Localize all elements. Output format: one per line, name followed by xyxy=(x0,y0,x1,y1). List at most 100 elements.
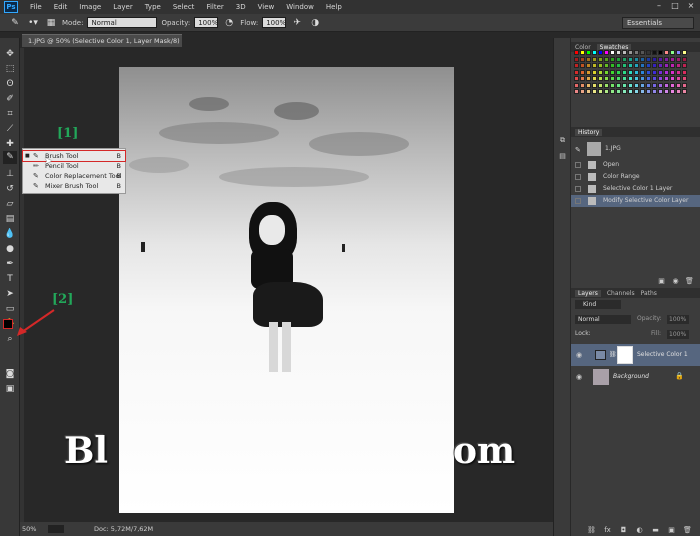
color-swatch[interactable] xyxy=(592,56,597,62)
layer-filter-kind[interactable]: Kind xyxy=(575,300,621,309)
workspace-select[interactable]: Essentials xyxy=(622,17,694,29)
color-swatch[interactable] xyxy=(676,82,681,88)
color-swatch[interactable] xyxy=(598,82,603,88)
tab-history[interactable]: History xyxy=(575,128,603,136)
color-swatch[interactable] xyxy=(604,69,609,75)
color-swatch[interactable] xyxy=(586,76,591,81)
color-swatch[interactable] xyxy=(616,69,621,75)
color-swatch[interactable] xyxy=(652,89,657,94)
color-swatch[interactable] xyxy=(580,69,585,75)
color-swatch[interactable] xyxy=(640,50,645,55)
color-swatch[interactable] xyxy=(658,89,663,94)
color-swatch[interactable] xyxy=(586,63,591,68)
flyout-item-brush-tool[interactable]: ■ ✎ Brush Tool B xyxy=(22,150,126,162)
color-swatch[interactable] xyxy=(592,82,597,88)
color-swatch[interactable] xyxy=(652,76,657,81)
color-swatch[interactable] xyxy=(682,89,687,94)
color-swatch[interactable] xyxy=(604,56,609,62)
color-swatch[interactable] xyxy=(598,50,603,55)
color-swatch[interactable] xyxy=(616,76,621,81)
color-swatch[interactable] xyxy=(634,76,639,81)
color-swatch[interactable] xyxy=(586,89,591,94)
menu-type[interactable]: Type xyxy=(139,3,167,11)
color-swatch[interactable] xyxy=(628,76,633,81)
color-swatch[interactable] xyxy=(664,89,669,94)
type-tool-icon[interactable]: T xyxy=(3,273,17,286)
history-panel-icon[interactable]: ⧉ xyxy=(558,136,567,144)
history-state-active[interactable]: Modify Selective Color Layer xyxy=(571,195,700,207)
brush-size-icon[interactable]: •▾ xyxy=(26,17,40,29)
color-swatch[interactable] xyxy=(640,63,645,68)
color-swatch[interactable] xyxy=(610,63,615,68)
color-swatch[interactable] xyxy=(634,69,639,75)
history-brush-tool-icon[interactable]: ↺ xyxy=(3,183,17,196)
group-folder-icon[interactable]: ▬ xyxy=(651,526,660,534)
layer-style-icon[interactable]: fx xyxy=(603,526,612,534)
color-swatch[interactable] xyxy=(682,63,687,68)
color-swatch[interactable] xyxy=(622,82,627,88)
mode-select[interactable]: Normal xyxy=(87,17,158,28)
menu-help[interactable]: Help xyxy=(320,3,348,11)
color-swatch[interactable] xyxy=(598,56,603,62)
properties-panel-icon[interactable]: ▤ xyxy=(558,152,567,160)
color-swatch[interactable] xyxy=(634,82,639,88)
color-swatch[interactable] xyxy=(592,69,597,75)
color-swatch[interactable] xyxy=(574,50,579,55)
new-document-from-state-icon[interactable]: ▣ xyxy=(657,277,666,285)
menu-view[interactable]: View xyxy=(252,3,281,11)
layer-opacity-input[interactable]: 100% xyxy=(667,315,689,324)
history-checkbox[interactable] xyxy=(575,162,581,168)
zoom-input-box[interactable] xyxy=(48,525,64,533)
color-swatch[interactable] xyxy=(628,63,633,68)
color-swatch[interactable] xyxy=(676,50,681,55)
menu-layer[interactable]: Layer xyxy=(107,3,139,11)
color-swatch[interactable] xyxy=(592,63,597,68)
color-swatch[interactable] xyxy=(580,76,585,81)
color-swatch[interactable] xyxy=(640,69,645,75)
history-brush-source-icon[interactable]: ✎ xyxy=(575,144,581,156)
brush-tool-icon[interactable]: ✎ xyxy=(3,151,17,164)
color-swatch[interactable] xyxy=(628,82,633,88)
color-swatch[interactable] xyxy=(580,82,585,88)
crop-tool-icon[interactable]: ⌗ xyxy=(3,108,17,121)
color-swatch[interactable] xyxy=(610,89,615,94)
menu-edit[interactable]: Edit xyxy=(48,3,74,11)
color-swatch[interactable] xyxy=(676,69,681,75)
color-swatch[interactable] xyxy=(658,82,663,88)
color-swatch[interactable] xyxy=(616,56,621,62)
color-swatch[interactable] xyxy=(598,89,603,94)
color-swatch[interactable] xyxy=(574,56,579,62)
blur-tool-icon[interactable]: 💧 xyxy=(3,228,17,241)
trash-icon[interactable]: 🗑 xyxy=(685,277,694,285)
layer-row-background[interactable]: ◉ Background 🔒 xyxy=(571,366,700,388)
marquee-tool-icon[interactable]: ⬚ xyxy=(3,63,17,76)
color-swatch[interactable] xyxy=(640,82,645,88)
eyedropper-tool-icon[interactable]: ⟋ xyxy=(3,123,17,136)
screen-mode-icon[interactable]: ▣ xyxy=(3,383,17,396)
color-swatch[interactable] xyxy=(646,69,651,75)
layer-row-selective-color[interactable]: ◉ ⛓ Selective Color 1 xyxy=(571,344,700,366)
history-state[interactable]: Open xyxy=(571,159,700,171)
color-swatch[interactable] xyxy=(664,63,669,68)
layer-fill-input[interactable]: 100% xyxy=(667,330,689,339)
color-swatch[interactable] xyxy=(622,50,627,55)
color-swatch[interactable] xyxy=(682,82,687,88)
link-layers-icon[interactable]: ⛓ xyxy=(587,526,596,534)
visibility-eye-icon[interactable]: ◉ xyxy=(576,373,584,381)
eraser-tool-icon[interactable]: ▱ xyxy=(3,198,17,211)
menu-window[interactable]: Window xyxy=(280,3,320,11)
color-swatch[interactable] xyxy=(658,76,663,81)
history-state[interactable]: Selective Color 1 Layer xyxy=(571,183,700,195)
color-swatch[interactable] xyxy=(670,56,675,62)
color-swatch[interactable] xyxy=(670,50,675,55)
history-checkbox[interactable] xyxy=(575,198,581,204)
color-swatch[interactable] xyxy=(574,76,579,81)
menu-3d[interactable]: 3D xyxy=(230,3,252,11)
color-swatch[interactable] xyxy=(622,89,627,94)
color-swatch[interactable] xyxy=(580,56,585,62)
color-swatch[interactable] xyxy=(604,89,609,94)
color-swatch[interactable] xyxy=(634,89,639,94)
color-swatch[interactable] xyxy=(646,56,651,62)
color-swatch[interactable] xyxy=(586,50,591,55)
color-swatch[interactable] xyxy=(574,82,579,88)
